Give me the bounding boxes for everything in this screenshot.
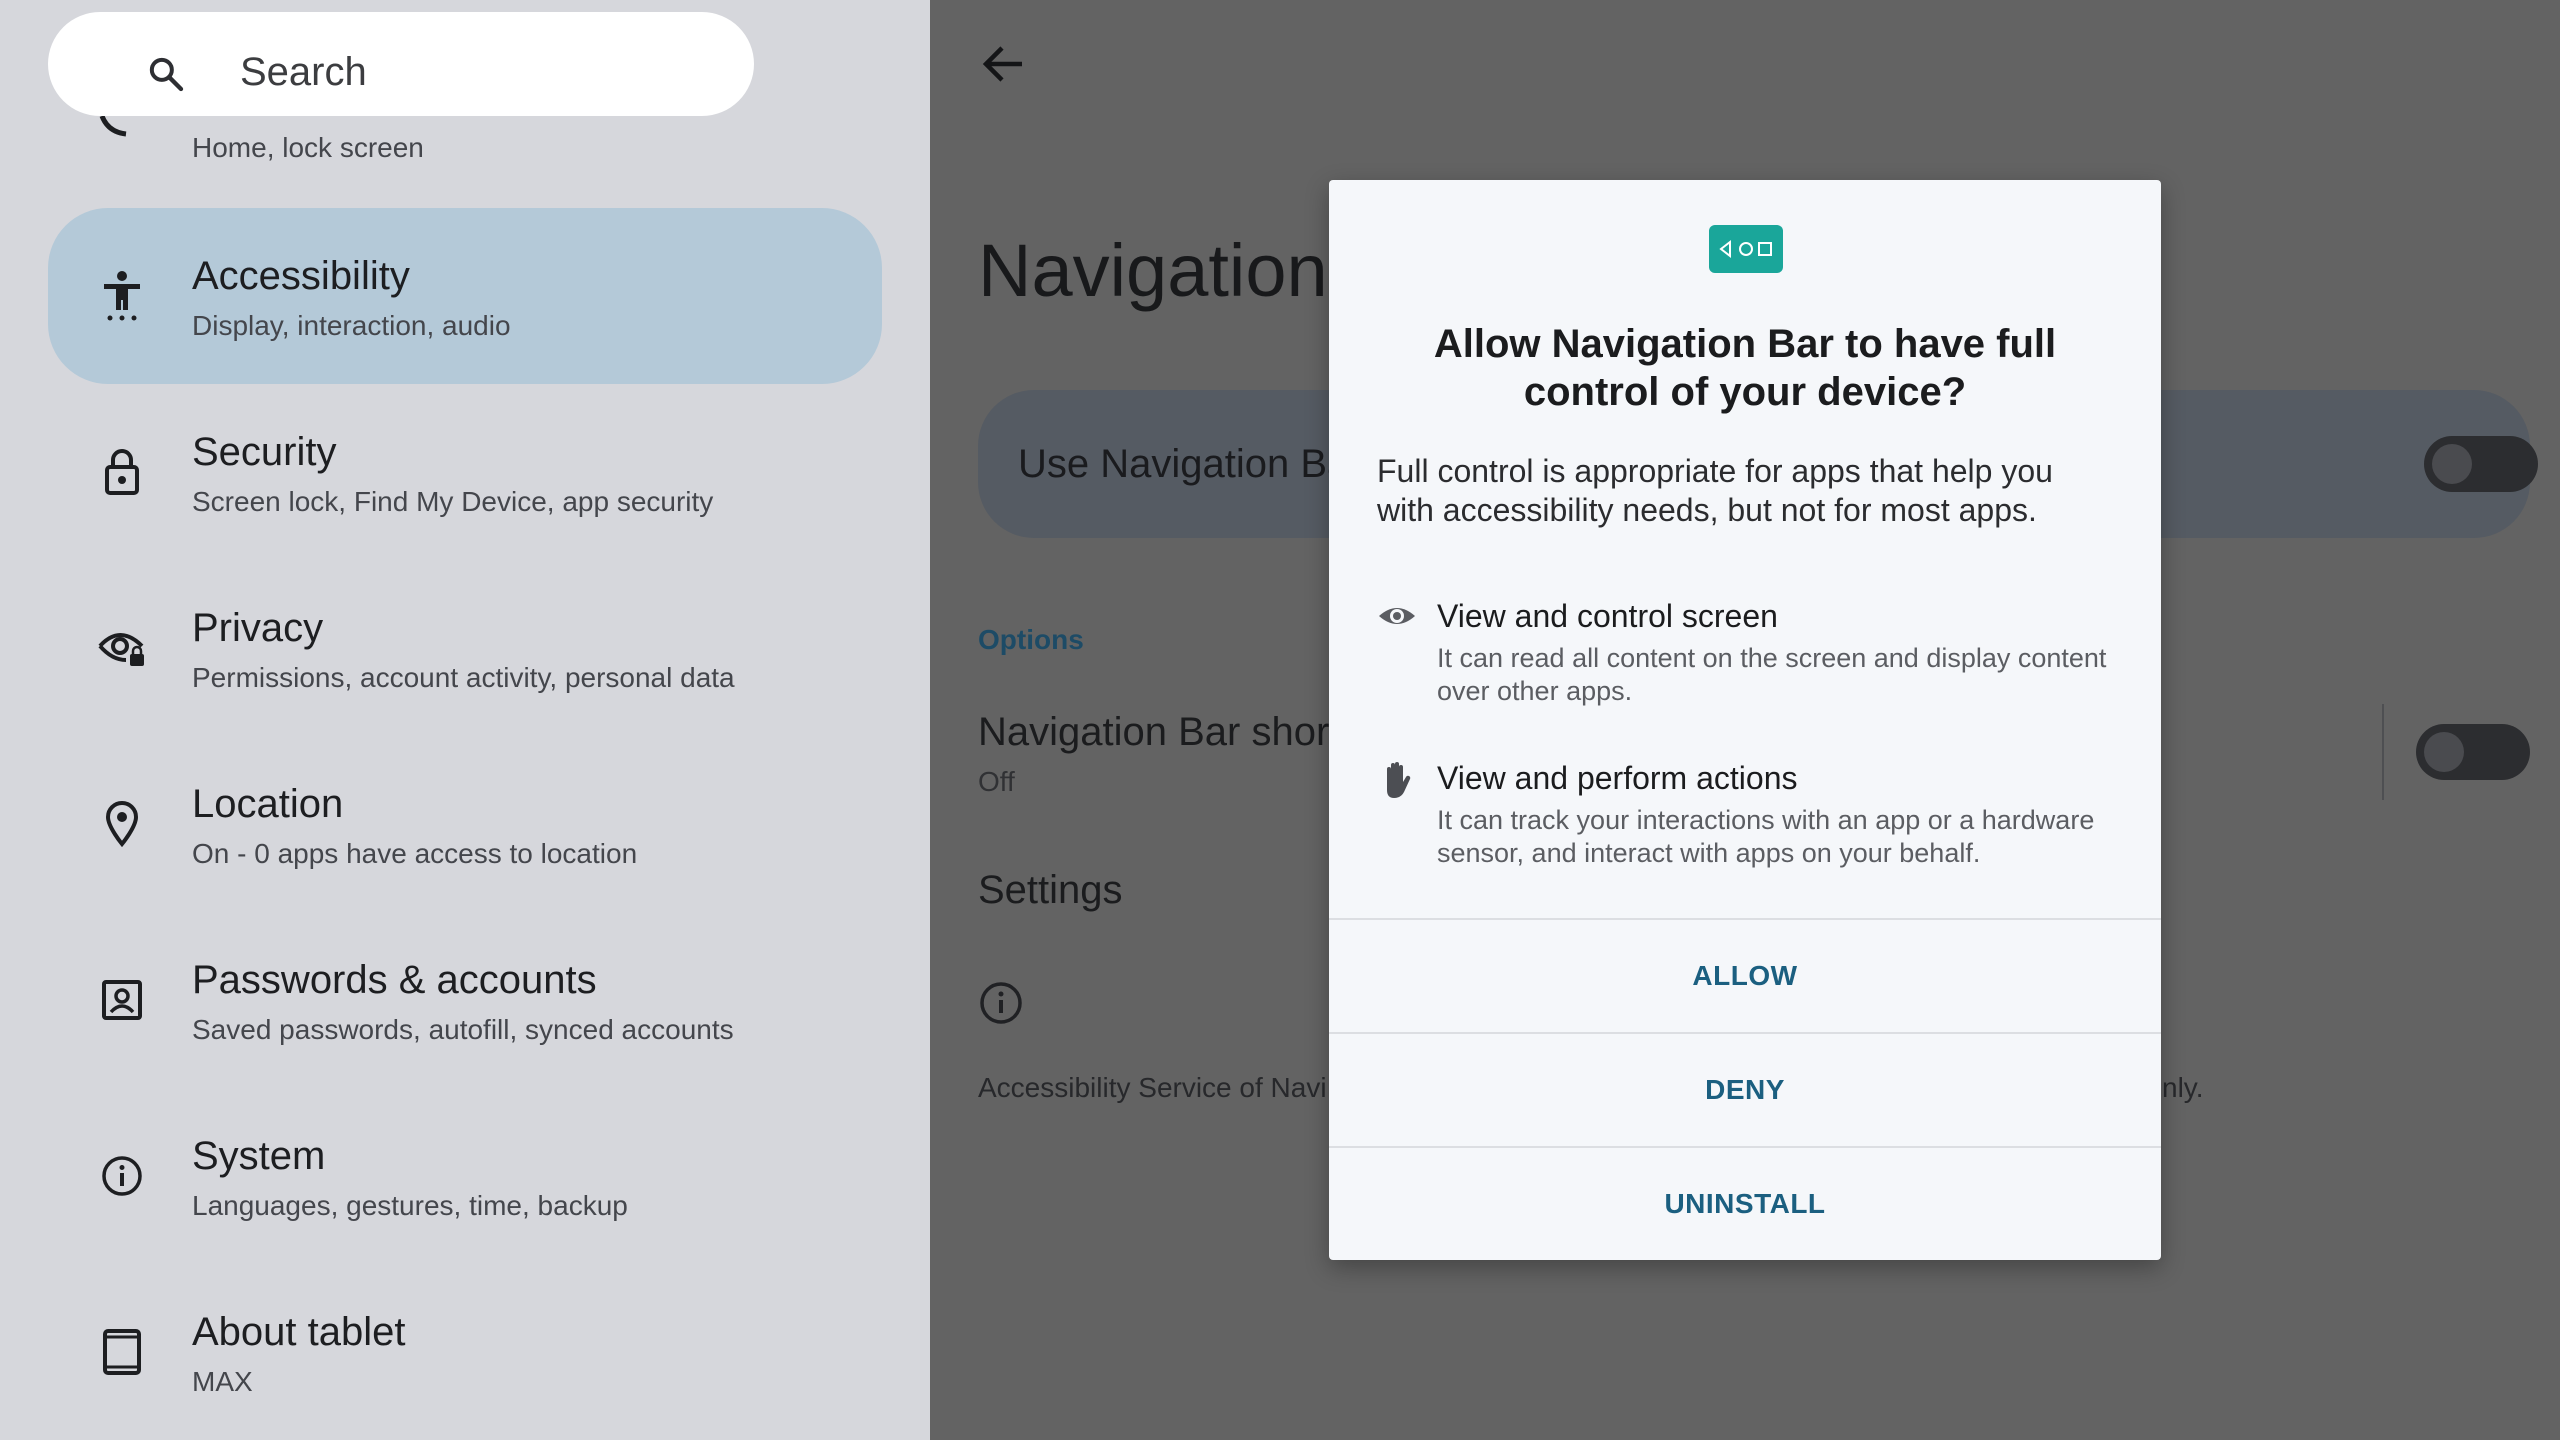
sidebar-item-subtitle: On - 0 apps have access to location xyxy=(192,838,638,869)
shortcut-switch[interactable] xyxy=(2416,724,2530,780)
account-box-icon xyxy=(98,976,146,1024)
tablet-icon xyxy=(98,1328,146,1376)
sidebar-item-security[interactable]: Security Screen lock, Find My Device, ap… xyxy=(48,384,882,560)
sidebar-item-subtitle: Screen lock, Find My Device, app securit… xyxy=(192,486,714,517)
options-header: Options xyxy=(978,624,1084,655)
permission-description: It can read all content on the screen an… xyxy=(1437,643,2107,706)
use-navigation-bar-switch[interactable] xyxy=(2424,436,2538,492)
uninstall-button[interactable]: UNINSTALL xyxy=(1329,1146,2161,1260)
search-bar[interactable]: Search xyxy=(48,12,754,116)
lock-icon xyxy=(98,448,146,496)
sidebar-item-label: Location xyxy=(192,782,344,826)
sidebar-item-passwords-accounts[interactable]: Passwords & accounts Saved passwords, au… xyxy=(48,912,882,1088)
privacy-eye-icon xyxy=(98,624,146,672)
permission-title: View and control screen xyxy=(1437,598,1778,634)
service-description: Accessibility Service of Navi xyxy=(978,1072,1327,1103)
info-icon xyxy=(98,1152,146,1200)
settings-sidebar: Home, lock screen Search Accessibility D… xyxy=(0,0,930,1440)
partial-icon xyxy=(99,115,127,137)
use-navigation-bar-label: Use Navigation Ba xyxy=(1018,442,1350,486)
search-icon xyxy=(149,57,184,92)
sidebar-item-subtitle: Display, interaction, audio xyxy=(192,310,511,341)
sidebar-item-privacy[interactable]: Privacy Permissions, account activity, p… xyxy=(48,560,882,736)
settings-header: Settings xyxy=(978,868,1123,912)
permission-view-control-screen: View and control screen It can read all … xyxy=(1377,598,2137,708)
hand-icon xyxy=(1387,762,1411,798)
permission-view-perform-actions: View and perform actions It can track yo… xyxy=(1377,760,2137,870)
permission-title: View and perform actions xyxy=(1437,760,1798,796)
permission-description: It can track your interactions with an a… xyxy=(1437,805,2095,868)
sidebar-item-location[interactable]: Location On - 0 apps have access to loca… xyxy=(48,736,882,912)
navigation-bar-app-icon xyxy=(1709,225,1783,273)
sidebar-item-subtitle: Languages, gestures, time, backup xyxy=(192,1190,628,1221)
sidebar-item-subtitle: Saved passwords, autofill, synced accoun… xyxy=(192,1014,734,1045)
allow-button[interactable]: ALLOW xyxy=(1329,918,2161,1032)
page-title: Navigation xyxy=(978,229,1328,312)
sidebar-item-subtitle: Home, lock screen xyxy=(192,132,424,163)
shortcut-title[interactable]: Navigation Bar shor xyxy=(978,710,1329,755)
sidebar-item-label: Passwords & accounts xyxy=(192,958,597,1002)
service-description-end: nly. xyxy=(2162,1072,2204,1103)
eye-icon xyxy=(1379,608,1415,624)
sidebar-item-about-tablet[interactable]: About tablet MAX xyxy=(48,1264,882,1440)
sidebar-item-label: Accessibility xyxy=(192,254,410,298)
info-icon xyxy=(980,982,1022,1024)
dialog-body: Full control is appropriate for apps tha… xyxy=(1377,453,2053,528)
sidebar-item-label: About tablet xyxy=(192,1310,406,1354)
dialog-title: Allow Navigation Bar to have full contro… xyxy=(1433,322,2057,414)
search-input[interactable]: Search xyxy=(240,52,367,92)
sidebar-item-system[interactable]: System Languages, gestures, time, backup xyxy=(48,1088,882,1264)
accessibility-icon xyxy=(98,271,146,321)
deny-button[interactable]: DENY xyxy=(1329,1032,2161,1146)
divider xyxy=(2382,704,2384,800)
sidebar-item-subtitle: Permissions, account activity, personal … xyxy=(192,662,735,693)
back-arrow-icon[interactable] xyxy=(982,44,1026,84)
sidebar-item-label: Security xyxy=(192,430,337,474)
sidebar-item-subtitle: MAX xyxy=(192,1366,253,1397)
sidebar-item-label: Privacy xyxy=(192,606,324,650)
permission-dialog: Allow Navigation Bar to have full contro… xyxy=(1329,180,2161,1260)
sidebar-item-accessibility[interactable]: Accessibility Display, interaction, audi… xyxy=(48,208,882,384)
sidebar-item-label: System xyxy=(192,1134,326,1178)
location-pin-icon xyxy=(98,800,146,848)
shortcut-value: Off xyxy=(978,766,1015,797)
